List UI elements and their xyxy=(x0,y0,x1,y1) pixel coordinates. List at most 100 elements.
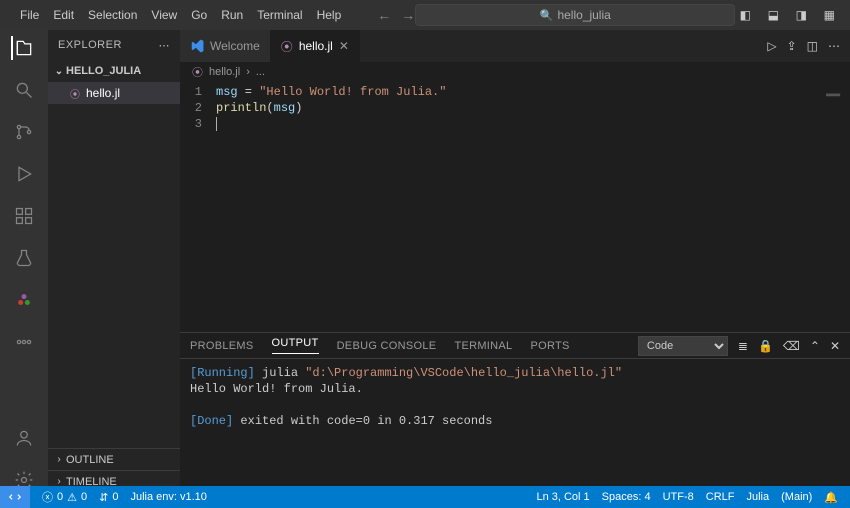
more-actions-icon[interactable]: ⋯ xyxy=(828,39,840,53)
code-line-1: msg = "Hello World! from Julia." xyxy=(216,84,850,100)
line-no-3: 3 xyxy=(180,116,210,132)
status-ln-col[interactable]: Ln 3, Col 1 xyxy=(530,491,595,503)
status-errors[interactable]: ⓧ0 ⚠0 xyxy=(36,489,93,505)
menu-edit[interactable]: Edit xyxy=(47,0,80,30)
status-language[interactable]: Julia xyxy=(741,491,776,503)
remote-indicator[interactable] xyxy=(0,486,30,508)
vscode-icon xyxy=(190,39,204,53)
menu-help[interactable]: Help xyxy=(311,0,348,30)
close-panel-icon[interactable]: ✕ xyxy=(830,339,840,353)
tab-welcome[interactable]: Welcome xyxy=(180,30,271,62)
ab-source-control-icon[interactable] xyxy=(12,120,36,144)
token-string: "Hello World! from Julia." xyxy=(259,85,446,99)
maximize-panel-icon[interactable]: ⌃ xyxy=(810,339,820,353)
tab-file-label: hello.jl xyxy=(299,39,333,53)
menu-run[interactable]: Run xyxy=(215,0,249,30)
line-gutter: 1 2 3 xyxy=(180,84,210,132)
bottom-panel: PROBLEMS OUTPUT DEBUG CONSOLE TERMINAL P… xyxy=(180,332,850,492)
status-encoding[interactable]: UTF-8 xyxy=(657,491,700,503)
menu-file[interactable]: File xyxy=(14,0,45,30)
status-bar: ⓧ0 ⚠0 ⇵0 Julia env: v1.10 Ln 3, Col 1 Sp… xyxy=(0,486,850,508)
code-line-3 xyxy=(216,116,850,132)
filter-icon[interactable]: ≣ xyxy=(738,339,748,353)
clear-output-icon[interactable]: ⌫ xyxy=(783,339,800,353)
julia-file-icon: ⦿ xyxy=(70,86,80,101)
panel-tab-problems[interactable]: PROBLEMS xyxy=(190,340,254,352)
close-icon[interactable]: ✕ xyxy=(339,39,349,53)
customize-layout-icon[interactable]: ▦ xyxy=(819,8,839,22)
outline-label: OUTLINE xyxy=(66,454,114,466)
minimap[interactable]: ▂▂ xyxy=(826,84,840,100)
editor-actions: ▷ ⇪ ◫ ⋯ xyxy=(757,30,850,62)
panel-tab-ports[interactable]: PORTS xyxy=(530,340,569,352)
status-ports-count: 0 xyxy=(112,491,118,503)
julia-file-icon: ⦿ xyxy=(281,38,293,55)
command-center-text: hello_julia xyxy=(557,8,610,22)
ab-extra-icon[interactable] xyxy=(12,330,36,354)
panel-tab-debug[interactable]: DEBUG CONSOLE xyxy=(337,340,437,352)
output-blank xyxy=(190,397,840,413)
token-var: msg xyxy=(274,101,296,115)
folder-name: HELLO_JULIA xyxy=(66,65,141,77)
layout-panel-icon[interactable]: ⬓ xyxy=(763,8,783,22)
breadcrumb-sep: › xyxy=(246,66,250,78)
nav-back-icon[interactable]: ← xyxy=(377,7,391,23)
menu-view[interactable]: View xyxy=(145,0,183,30)
output-body[interactable]: [Running] julia "d:\Programming\VSCode\h… xyxy=(180,359,850,492)
command-center[interactable]: 🔍 hello_julia xyxy=(415,4,735,26)
breadcrumb[interactable]: ⦿ hello.jl › ... xyxy=(180,62,850,82)
menu-selection[interactable]: Selection xyxy=(82,0,143,30)
remote-icon xyxy=(8,490,22,504)
output-channel-select[interactable]: Code xyxy=(638,336,728,356)
ab-search-icon[interactable] xyxy=(12,78,36,102)
output-cmd: julia xyxy=(255,366,305,380)
menu-terminal[interactable]: Terminal xyxy=(251,0,308,30)
output-tag: [Done] xyxy=(190,414,233,428)
tab-hello-jl[interactable]: ⦿ hello.jl ✕ xyxy=(271,30,360,62)
status-spaces[interactable]: Spaces: 4 xyxy=(596,491,657,503)
ab-extensions-icon[interactable] xyxy=(12,204,36,228)
sidebar-more-icon[interactable]: ⋯ xyxy=(159,39,171,52)
ab-testing-icon[interactable] xyxy=(12,246,36,270)
split-editor-icon[interactable]: ◫ xyxy=(807,39,818,53)
output-path: "d:\Programming\VSCode\hello_julia\hello… xyxy=(305,366,622,380)
output-line-done: [Done] exited with code=0 in 0.317 secon… xyxy=(190,413,840,429)
file-hello-jl[interactable]: ⦿ hello.jl xyxy=(48,82,180,104)
status-julia-env[interactable]: Julia env: v1.10 xyxy=(124,491,212,503)
ab-explorer-icon[interactable] xyxy=(11,36,35,60)
text-cursor xyxy=(216,117,217,131)
status-ports[interactable]: ⇵0 xyxy=(93,491,124,504)
share-icon[interactable]: ⇪ xyxy=(787,39,797,53)
ports-icon: ⇵ xyxy=(99,491,108,504)
token-paren: ( xyxy=(266,101,273,115)
code-editor[interactable]: 1 2 3 msg = "Hello World! from Julia." p… xyxy=(180,82,850,332)
nav-forward-icon[interactable]: → xyxy=(401,7,415,23)
run-icon[interactable]: ▷ xyxy=(767,39,776,53)
layout-sidebar-right-icon[interactable]: ◨ xyxy=(791,8,811,22)
sidebar-title: EXPLORER ⋯ xyxy=(48,30,180,60)
warning-icon: ⚠ xyxy=(67,491,77,504)
panel-tab-output[interactable]: OUTPUT xyxy=(272,337,319,354)
token-paren: ) xyxy=(295,101,302,115)
titlebar-right: ◧ ⬓ ◨ ▦ — ❐ ✕ xyxy=(735,0,850,30)
output-line-running: [Running] julia "d:\Programming\VSCode\h… xyxy=(190,365,840,381)
folder-section[interactable]: ⌄ HELLO_JULIA xyxy=(48,60,180,82)
output-rest: exited with code=0 in 0.317 seconds xyxy=(233,414,492,428)
panel-tab-terminal[interactable]: TERMINAL xyxy=(454,340,512,352)
outline-section[interactable]: › OUTLINE xyxy=(48,448,180,470)
token-fn: println xyxy=(216,101,266,115)
line-no-1: 1 xyxy=(180,84,210,100)
status-branch[interactable]: (Main) xyxy=(775,491,818,503)
status-errors-count: 0 xyxy=(57,491,63,503)
status-eol[interactable]: CRLF xyxy=(700,491,741,503)
ab-accounts-icon[interactable] xyxy=(12,426,36,450)
line-no-2: 2 xyxy=(180,100,210,116)
ab-julia-icon[interactable] xyxy=(12,288,36,312)
ab-run-debug-icon[interactable] xyxy=(12,162,36,186)
status-notifications-icon[interactable]: 🔔 xyxy=(818,491,844,504)
code-lines: msg = "Hello World! from Julia." println… xyxy=(216,84,850,132)
lock-icon[interactable]: 🔒 xyxy=(758,339,773,353)
layout-sidebar-left-icon[interactable]: ◧ xyxy=(735,8,755,22)
file-name-label: hello.jl xyxy=(86,86,120,100)
menu-go[interactable]: Go xyxy=(185,0,213,30)
